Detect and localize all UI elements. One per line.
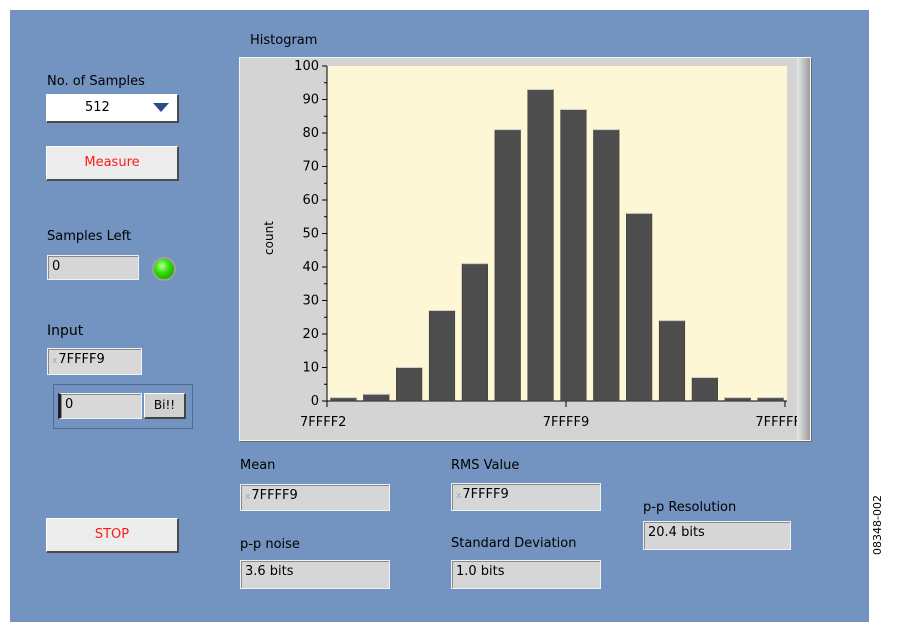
y-tick-label: 60 bbox=[302, 193, 319, 208]
rms-label: RMS Value bbox=[451, 458, 520, 473]
input-label: Input bbox=[47, 323, 84, 339]
y-tick-label: 40 bbox=[302, 260, 319, 275]
histogram-bar bbox=[757, 397, 784, 402]
figure-id: 08348-002 bbox=[871, 495, 884, 555]
x-tick-label: 7FFFF9 bbox=[543, 415, 589, 430]
mean-radix-marker: x bbox=[245, 492, 251, 502]
histogram-bar bbox=[396, 367, 423, 402]
pp-noise-indicator: 3.6 bits bbox=[240, 560, 390, 589]
y-tick-label: 20 bbox=[302, 327, 319, 342]
y-tick-label: 0 bbox=[311, 394, 319, 409]
bit-toggle-button[interactable]: Bi!! bbox=[144, 393, 186, 419]
samples-dropdown[interactable]: 512 bbox=[46, 94, 179, 123]
histogram-chart: 0 10 20 30 40 50 60 70 80 90 100 count 7FFFF2 7FFFF9 7… bbox=[239, 57, 811, 441]
histogram-bar bbox=[428, 310, 456, 402]
y-tick-label: 30 bbox=[302, 294, 319, 309]
x-tick-label: 7FFFF2 bbox=[300, 415, 346, 430]
input-hex-indicator: x7FFFF9 bbox=[47, 348, 142, 375]
histogram-bar bbox=[560, 109, 587, 402]
plot-area bbox=[327, 66, 787, 401]
input-hex-value: 7FFFF9 bbox=[58, 352, 105, 367]
rms-value: 7FFFF9 bbox=[462, 487, 509, 502]
y-tick-label: 80 bbox=[302, 126, 319, 141]
x-tick-label: 7FFFFF bbox=[755, 415, 801, 430]
histogram-bar bbox=[626, 213, 653, 402]
stddev-indicator: 1.0 bits bbox=[451, 560, 601, 589]
chevron-down-icon[interactable] bbox=[153, 103, 169, 112]
y-tick-label: 70 bbox=[302, 160, 319, 175]
mean-indicator: x7FFFF9 bbox=[240, 484, 390, 511]
chart-scroll-strip bbox=[797, 58, 810, 440]
measure-button[interactable]: Measure bbox=[46, 146, 179, 181]
mean-label: Mean bbox=[240, 458, 276, 473]
rms-radix-marker: x bbox=[456, 491, 462, 501]
histogram-bar bbox=[658, 320, 686, 402]
samples-left-indicator: 0 bbox=[47, 255, 139, 280]
y-axis-label: count bbox=[262, 221, 276, 255]
y-tick-label: 10 bbox=[302, 361, 319, 376]
histogram-bar bbox=[593, 129, 620, 402]
histogram-bar bbox=[494, 129, 521, 402]
histogram-bar bbox=[724, 397, 751, 402]
pp-resolution-indicator: 20.4 bits bbox=[643, 521, 791, 550]
rms-indicator: x7FFFF9 bbox=[451, 483, 601, 511]
histogram-bar bbox=[461, 263, 488, 402]
samples-label: No. of Samples bbox=[47, 74, 145, 89]
mean-value: 7FFFF9 bbox=[251, 488, 298, 503]
histogram-bar bbox=[527, 89, 554, 402]
input-numeric-field[interactable]: 0 bbox=[58, 393, 142, 419]
histogram-bar bbox=[363, 394, 390, 402]
stop-button[interactable]: STOP bbox=[46, 518, 179, 553]
y-tick-label: 90 bbox=[302, 93, 319, 108]
radix-marker: x bbox=[52, 356, 58, 366]
input-numeric-frame: 0 Bi!! bbox=[53, 384, 193, 429]
status-led-icon bbox=[152, 257, 176, 281]
histogram-title: Histogram bbox=[250, 33, 318, 48]
stddev-label: Standard Deviation bbox=[451, 536, 577, 551]
pp-resolution-label: p-p Resolution bbox=[643, 500, 737, 515]
histogram-svg: 0 10 20 30 40 50 60 70 80 90 100 count 7FFFF2 7FFFF9 7… bbox=[262, 59, 801, 430]
histogram-bar bbox=[691, 377, 718, 402]
y-tick-label: 50 bbox=[302, 227, 319, 242]
histogram-bar bbox=[330, 397, 357, 402]
pp-noise-label: p-p noise bbox=[240, 537, 300, 552]
y-tick-label: 100 bbox=[294, 59, 319, 74]
samples-left-label: Samples Left bbox=[47, 229, 132, 244]
samples-value: 512 bbox=[85, 100, 110, 115]
